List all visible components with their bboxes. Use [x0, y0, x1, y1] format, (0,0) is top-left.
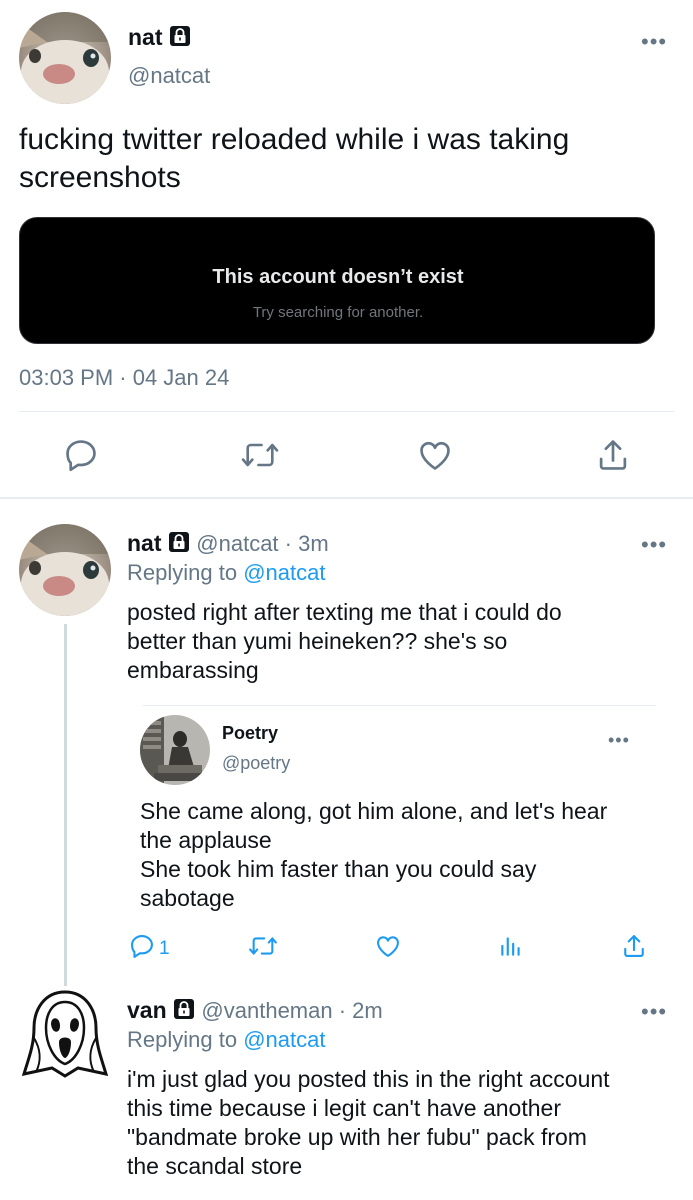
divider	[143, 705, 656, 706]
retweet-icon[interactable]	[240, 436, 280, 479]
thread-line	[64, 624, 67, 986]
like-icon[interactable]	[416, 436, 454, 479]
replying-to-link[interactable]: @natcat	[243, 560, 325, 585]
more-icon[interactable]: •••	[641, 29, 667, 55]
reply-text: posted right after texting me that i cou…	[127, 599, 562, 683]
avatar-van[interactable]	[21, 988, 109, 1080]
tweet-text: fucking twitter reloaded while i was tak…	[19, 123, 570, 194]
lock-icon	[173, 998, 195, 1026]
section-divider	[0, 497, 693, 499]
like-icon[interactable]	[374, 932, 402, 965]
more-icon[interactable]: •••	[641, 999, 667, 1025]
reply-author-name[interactable]: van	[127, 997, 167, 1023]
reply-count: 1	[159, 937, 170, 959]
analytics-icon[interactable]	[498, 932, 524, 965]
cat-photo-icon	[19, 12, 111, 104]
avatar-nat[interactable]	[19, 12, 111, 104]
quoted-text: She came along, got him alone, and let's…	[140, 798, 608, 911]
reply-author-name[interactable]: nat	[127, 530, 162, 556]
cat-photo-icon	[19, 524, 111, 616]
share-icon[interactable]	[620, 932, 648, 965]
quoted-author-name[interactable]: Poetry	[222, 723, 278, 744]
more-icon[interactable]: •••	[608, 730, 630, 751]
replying-to-link[interactable]: @natcat	[243, 1027, 325, 1052]
poetry-photo-icon	[140, 715, 210, 785]
embed-title: This account doesn’t exist	[212, 266, 464, 288]
retweet-icon[interactable]	[247, 932, 279, 965]
avatar-nat-reply[interactable]	[19, 524, 111, 616]
reply-handle-time[interactable]: @natcat · 3m	[196, 531, 328, 556]
reply-text: i'm just glad you posted this in the rig…	[127, 1066, 610, 1179]
replying-to: Replying to @natcat	[127, 1027, 326, 1052]
ghostface-icon	[21, 990, 109, 1078]
reply-icon[interactable]	[128, 932, 156, 965]
lock-icon	[168, 531, 190, 559]
quoted-author-handle[interactable]: @poetry	[222, 753, 290, 774]
reply-handle-time[interactable]: @vantheman · 2m	[201, 998, 382, 1023]
share-icon[interactable]	[594, 436, 632, 479]
tweet-timestamp[interactable]: 03:03 PM · 04 Jan 24	[19, 365, 229, 391]
author-handle[interactable]: @natcat	[128, 63, 210, 89]
author-name[interactable]: nat	[128, 24, 163, 50]
lock-icon	[169, 25, 191, 53]
embed-subtitle: Try searching for another.	[252, 304, 424, 321]
embedded-screenshot[interactable]: This account doesn’t exist Try searching…	[19, 217, 655, 344]
divider	[19, 411, 674, 412]
reply-button[interactable]: 1	[128, 932, 170, 965]
more-icon[interactable]: •••	[641, 532, 667, 558]
reply-icon[interactable]	[62, 436, 100, 479]
replying-to: Replying to @natcat	[127, 560, 326, 585]
avatar-poetry[interactable]	[140, 715, 210, 785]
